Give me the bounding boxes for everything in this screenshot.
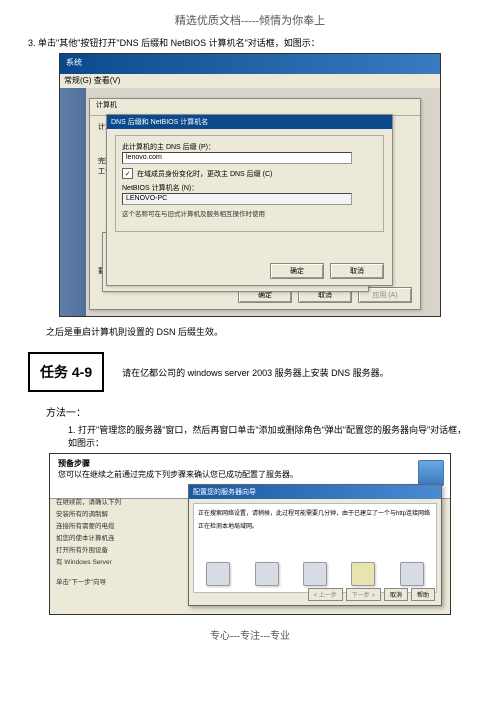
primary-dns-input[interactable]: lenovo.com	[122, 152, 352, 164]
prep-checklist: 在继续前，请确认下列 安装所有的调制解 连接所有需要的电缆 如您的使本计算机连 …	[56, 494, 186, 588]
server-graphic-icon	[400, 562, 424, 586]
back-button: < 上一步	[308, 588, 343, 601]
checklist-item: 安装所有的调制解	[56, 508, 186, 518]
checklist-item: 在继续前，请确认下列	[56, 496, 186, 506]
task-badge: 任务 4-9	[28, 352, 104, 392]
cancel-button[interactable]: 取消	[330, 263, 384, 279]
server-graphic-icon	[303, 562, 327, 586]
dialog-title: DNS 后缀和 NetBIOS 计算机名	[107, 115, 392, 129]
checklist-item: 打开所有外围设备	[56, 544, 186, 554]
left-sidebar	[60, 88, 86, 316]
wizard-status-text: 正在搜索网络设置，请稍候，此过程可能需要几分钟，由于已建立了一个与http连接网…	[198, 508, 432, 517]
server-graphic-icon-highlight	[351, 562, 375, 586]
checkbox-label: 在域成员身份变化时，更改主 DNS 后缀 (C)	[137, 169, 272, 179]
server-graphic-icon	[255, 562, 279, 586]
netbios-input: LENOVO-PC	[122, 193, 352, 205]
checklist-item: 如您的使本计算机连	[56, 532, 186, 542]
screenshot-server-wizard: 预备步骤 您可以在继续之前通过完成下列步骤来确认您已成功配置了服务器。 在继续前…	[49, 453, 451, 615]
checklist-item: 连接所有需要的电缆	[56, 520, 186, 530]
next-button: 下一步 >	[346, 588, 381, 601]
window-title-bar: 系统	[60, 54, 440, 74]
primary-dns-label: 此计算机的主 DNS 后缀 (P)：	[122, 142, 377, 152]
method-one-step1: 1. 打开"管理您的服务器"窗口，然后再窗口单击"添加或删除角色"弹出"配置您的…	[68, 423, 472, 449]
configure-server-wizard-dialog: 配置您的服务器向导 正在搜索网络设置，请稍候，此过程可能需要几分钟，由于已建立了…	[188, 484, 442, 606]
netbios-note: 这个名称可在与旧式计算机及服务相互操作时使用	[122, 208, 377, 218]
page-header: 精选优质文档-----倾情为你奉上	[28, 12, 472, 28]
server-icon	[418, 460, 444, 486]
server-graphic-icon	[206, 562, 230, 586]
page-footer: 专心---专注---专业	[28, 627, 472, 642]
help-button[interactable]: 帮助	[411, 588, 435, 601]
task-description: 请在亿都公司的 windows server 2003 服务器上安装 DNS 服…	[122, 366, 472, 379]
change-on-domain-checkbox[interactable]: ✓	[122, 168, 133, 179]
menu-bar: 常规(G) 查看(V)	[60, 74, 440, 88]
checklist-item: 单击"下一步"向导	[56, 576, 186, 586]
screenshot-dns-dialog: 系统 常规(G) 查看(V) 计算机 计算 完整 工作 要重 确定 取消 应用 …	[59, 53, 441, 317]
wizard-status-text2: 正在检测本地局域网。	[198, 521, 432, 530]
cancel-button[interactable]: 取消	[384, 588, 408, 601]
checklist-item: 有 Windows Server	[56, 556, 186, 566]
note-restart: 之后是重启计算机則设置的 DSN 后缀生效。	[46, 325, 472, 338]
dns-netbios-dialog: DNS 后缀和 NetBIOS 计算机名 此计算机的主 DNS 后缀 (P)： …	[106, 114, 393, 286]
wizard-title: 配置您的服务器向导	[189, 485, 441, 499]
banner-title: 预备步骤	[58, 458, 442, 469]
method-one-title: 方法一：	[46, 404, 472, 419]
ok-button[interactable]: 确定	[270, 263, 324, 279]
banner-subtitle: 您可以在继续之前通过完成下列步骤来确认您已成功配置了服务器。	[58, 469, 442, 480]
netbios-label: NetBIOS 计算机名 (N)：	[122, 183, 377, 193]
step-3-text: 3. 单击"其他"按钮打开"DNS 后缀和 NetBIOS 计算机名"对话框，如…	[28, 36, 472, 49]
